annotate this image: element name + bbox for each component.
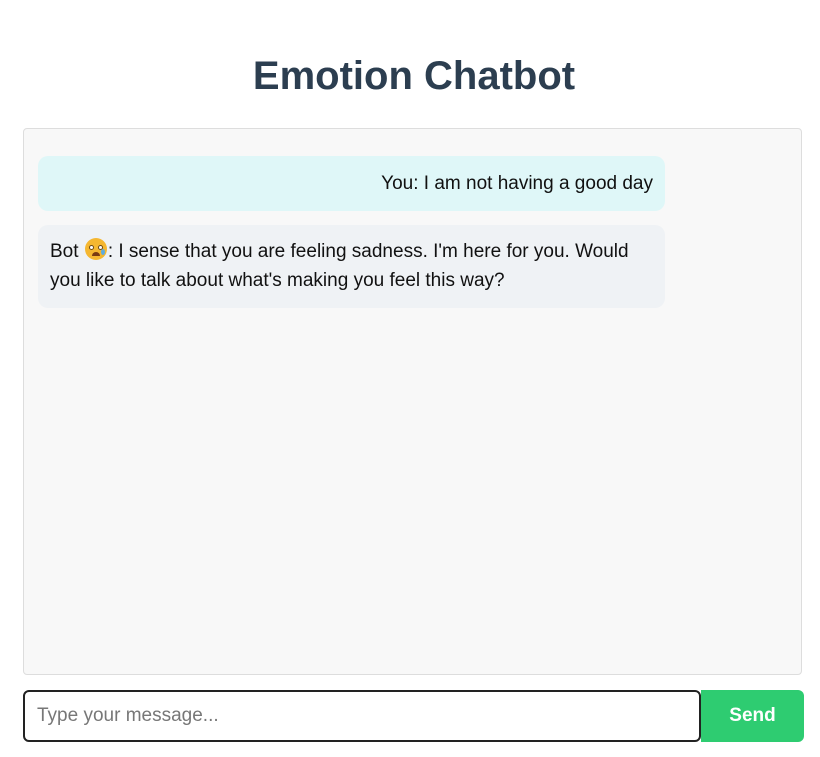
user-message: You: I am not having a good day [38,156,665,211]
sad-face-emoji-icon [84,238,107,260]
send-button[interactable]: Send [701,690,804,742]
bot-message-text: : I sense that you are feeling sadness. … [50,241,629,291]
chat-history[interactable]: You: I am not having a good day Bot : I … [23,128,802,675]
message-composer: Send [23,690,804,742]
bot-message: Bot : I sense that you are feeling sadne… [38,225,665,308]
chatbot-page: Emotion Chatbot You: I am not having a g… [0,0,820,757]
message-input[interactable] [23,690,701,742]
bot-message-prefix: Bot [50,241,79,262]
page-title: Emotion Chatbot [252,54,576,98]
user-message-text: You: I am not having a good day [381,173,653,194]
